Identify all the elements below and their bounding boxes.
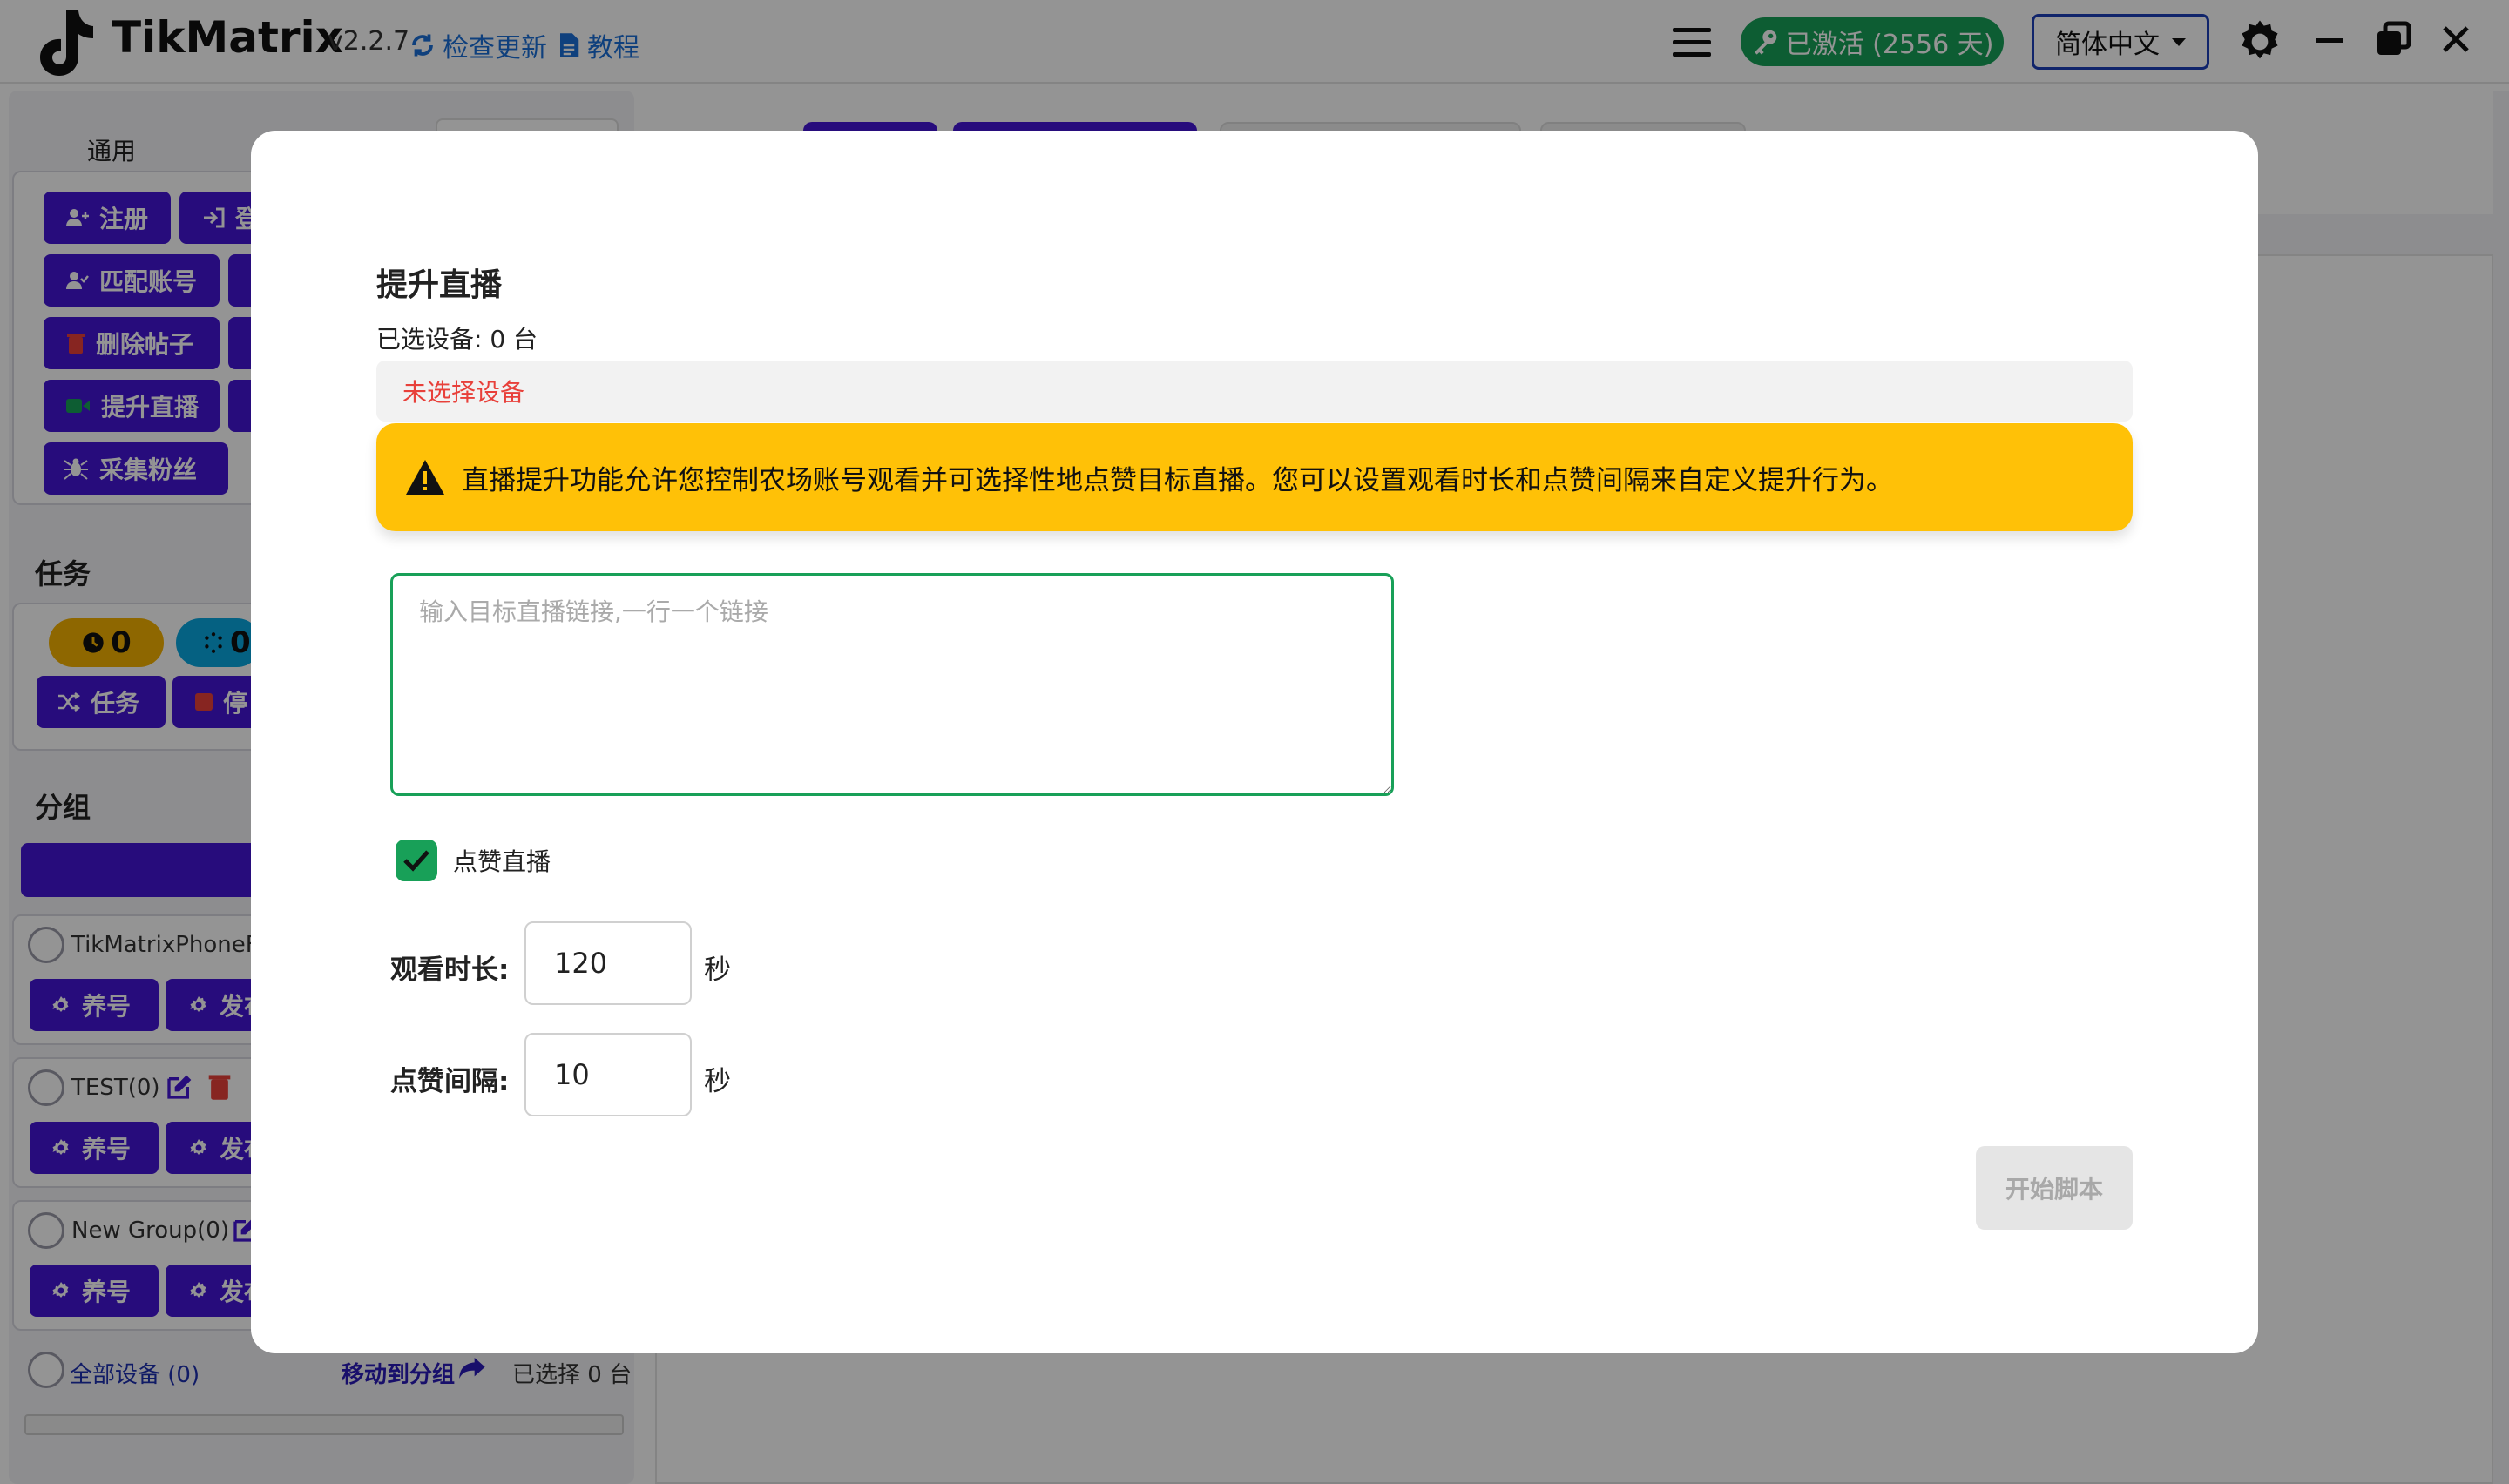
modal-title: 提升直播 [376, 267, 503, 303]
info-alert: 直播提升功能允许您控制农场账号观看并可选择性地点赞目标直播。您可以设置观看时长和… [376, 423, 2133, 531]
checkmark-icon [403, 850, 429, 872]
watch-duration-input[interactable] [524, 921, 692, 1005]
like-interval-input[interactable] [524, 1033, 692, 1116]
like-live-label: 点赞直播 [453, 847, 551, 876]
selected-devices-count: 已选设备: 0 台 [376, 325, 538, 354]
no-device-text: 未选择设备 [402, 378, 525, 407]
info-alert-text: 直播提升功能允许您控制农场账号观看并可选择性地点赞目标直播。您可以设置观看时长和… [462, 464, 1893, 496]
no-device-notice: 未选择设备 [376, 361, 2133, 422]
warning-triangle-icon [406, 460, 444, 495]
start-script-button[interactable]: 开始脚本 [1976, 1146, 2133, 1230]
live-links-textarea[interactable] [390, 573, 1394, 796]
like-interval-label: 点赞间隔: [390, 1066, 510, 1097]
like-live-checkbox[interactable] [396, 840, 437, 881]
like-interval-unit: 秒 [704, 1066, 731, 1097]
boost-live-modal: 提升直播 已选设备: 0 台 未选择设备 直播提升功能允许您控制农场账号观看并可… [251, 131, 2258, 1353]
watch-duration-label: 观看时长: [390, 954, 510, 986]
watch-duration-unit: 秒 [704, 954, 731, 986]
